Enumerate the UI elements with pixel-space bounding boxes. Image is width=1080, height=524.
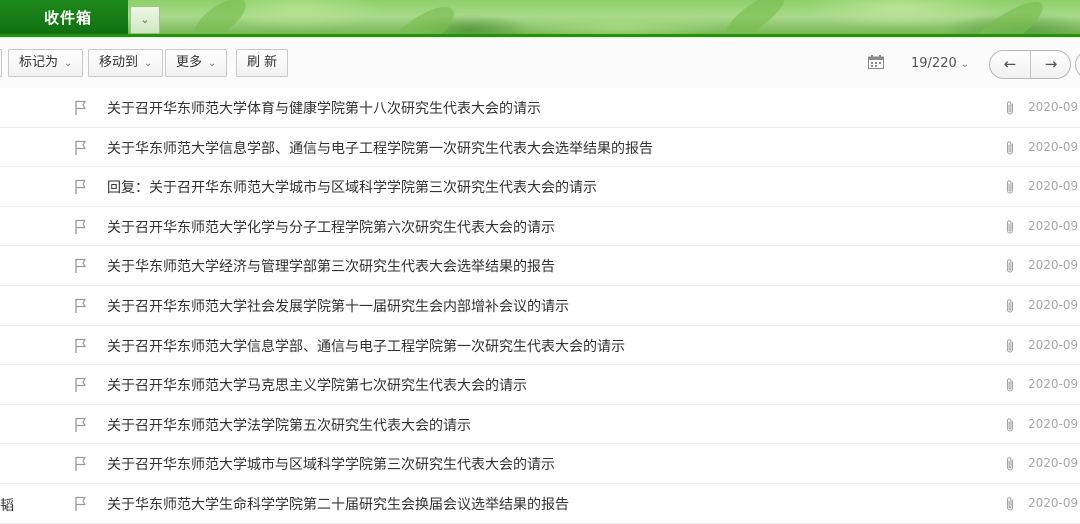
prev-page-button[interactable]: ← xyxy=(990,51,1030,78)
message-row[interactable]: 韬 关于华东师范大学生命科学学院第二十届研究生会换届会议选举结果的报告 2020-0… xyxy=(0,483,1080,524)
page-indicator-text: 19/220 xyxy=(911,56,957,71)
message-subject[interactable]: 回复：关于召开华东师范大学城市与区域科学学院第三次研究生代表大会的请示 xyxy=(107,177,597,197)
flag-icon[interactable] xyxy=(74,140,88,156)
flag-icon[interactable] xyxy=(74,100,88,116)
move-to-label: 移动到 xyxy=(99,55,139,70)
flag-icon[interactable] xyxy=(74,258,88,274)
message-date: 2020-09 xyxy=(1028,297,1079,312)
more-nav-button[interactable] xyxy=(1075,50,1080,79)
attachment-icon xyxy=(1006,418,1014,432)
tab-menu-button[interactable]: ⌄ xyxy=(130,6,160,34)
flag-icon[interactable] xyxy=(74,417,88,433)
flag-icon[interactable] xyxy=(74,219,88,235)
arrow-left-icon: ← xyxy=(1003,55,1017,73)
message-subject[interactable]: 关于召开华东师范大学信息学部、通信与电子工程学院第一次研究生代表大会的请示 xyxy=(107,336,625,356)
flag-icon[interactable] xyxy=(74,338,88,354)
message-date: 2020-09 xyxy=(1028,377,1079,392)
attachment-icon xyxy=(1006,180,1014,194)
more-label: 更多 xyxy=(176,55,203,70)
message-sender: 韬 xyxy=(0,497,14,514)
flag-icon[interactable] xyxy=(74,496,88,512)
flag-icon[interactable] xyxy=(74,456,88,472)
chevron-down-icon: ⌄ xyxy=(140,13,150,26)
message-date: 2020-09 xyxy=(1028,100,1079,114)
message-list: 关于召开华东师范大学体育与健康学院第十八次研究生代表大会的请示 2020-09 关于… xyxy=(0,88,1080,524)
message-row[interactable]: 关于召开华东师范大学城市与区域科学学院第三次研究生代表大会的请示 2020-09 xyxy=(0,444,1080,484)
chevron-down-icon: ⌄ xyxy=(64,58,73,69)
attachment-icon xyxy=(1006,299,1014,313)
attachment-icon xyxy=(1006,457,1014,471)
message-date: 2020-09 xyxy=(1028,179,1079,194)
attachment-icon xyxy=(1006,259,1014,273)
message-row[interactable]: 关于华东师范大学经济与管理学部第三次研究生代表大会选举结果的报告 2020-09 xyxy=(0,246,1080,286)
message-subject[interactable]: 关于召开华东师范大学化学与分子工程学院第六次研究生代表大会的请示 xyxy=(107,217,555,237)
flag-icon[interactable] xyxy=(74,377,88,393)
move-to-button[interactable]: 移动到 ⌄ xyxy=(88,49,164,77)
message-row[interactable]: 关于召开华东师范大学法学院第五次研究生代表大会的请示 2020-09 xyxy=(0,404,1080,445)
message-date: 2020-09 xyxy=(1028,495,1079,510)
next-page-button[interactable]: → xyxy=(1031,51,1071,78)
attachment-icon xyxy=(1006,497,1014,511)
refresh-button[interactable]: 刷 新 xyxy=(236,49,289,77)
flag-icon[interactable] xyxy=(74,179,88,195)
refresh-label: 刷 新 xyxy=(247,55,278,70)
message-row[interactable]: 关于召开华东师范大学信息学部、通信与电子工程学院第一次研究生代表大会的请示 202… xyxy=(0,325,1080,366)
arrow-right-icon: → xyxy=(1044,55,1058,73)
message-subject[interactable]: 关于召开华东师范大学马克思主义学院第七次研究生代表大会的请示 xyxy=(107,375,527,395)
message-subject[interactable]: 关于华东师范大学生命科学学院第二十届研究生会换届会议选举结果的报告 xyxy=(107,494,569,514)
message-date: 2020-09 xyxy=(1028,139,1079,154)
message-date: 2020-09 xyxy=(1028,258,1079,273)
message-date: 2020-09 xyxy=(1028,456,1079,471)
chevron-down-icon: ⌄ xyxy=(144,58,153,69)
chevron-down-icon: ⌄ xyxy=(960,59,970,70)
message-date: 2020-09 xyxy=(1028,218,1079,233)
message-row[interactable]: 关于华东师范大学信息学部、通信与电子工程学院第一次研究生代表大会选举结果的报告 2… xyxy=(0,127,1080,168)
chevron-down-icon: ⌄ xyxy=(208,58,217,69)
leaf-decoration xyxy=(719,0,791,37)
toolbar: 标记为 ⌄ 移动到 ⌄ 更多 ⌄ 刷 新 19/220 ⌄ ← → xyxy=(0,39,1080,89)
leaf-decoration xyxy=(960,0,1050,37)
attachment-icon xyxy=(1006,101,1014,115)
top-banner: 收件箱 ⌄ xyxy=(0,0,1080,37)
message-date: 2020-09 xyxy=(1028,416,1079,431)
select-all-button[interactable] xyxy=(0,49,2,77)
message-row[interactable]: 关于召开华东师范大学体育与健康学院第十八次研究生代表大会的请示 2020-09 xyxy=(0,88,1080,128)
mark-as-button[interactable]: 标记为 ⌄ xyxy=(8,49,84,77)
tab-inbox-label: 收件箱 xyxy=(43,9,92,27)
message-row[interactable]: 回复：关于召开华东师范大学城市与区域科学学院第三次研究生代表大会的请示 2020-… xyxy=(0,167,1080,207)
attachment-icon xyxy=(1006,140,1014,155)
page-indicator[interactable]: 19/220 ⌄ xyxy=(911,56,969,71)
page-nav: ← → xyxy=(989,50,1071,79)
message-row[interactable]: 关于召开华东师范大学马克思主义学院第七次研究生代表大会的请示 2020-09 xyxy=(0,365,1080,405)
message-subject[interactable]: 关于召开华东师范大学体育与健康学院第十八次研究生代表大会的请示 xyxy=(107,98,541,118)
message-row[interactable]: 关于召开华东师范大学社会发展学院第十一届研究生会内部增补会议的请示 2020-09 xyxy=(0,285,1080,326)
more-button[interactable]: 更多 ⌄ xyxy=(165,49,228,77)
message-subject[interactable]: 关于召开华东师范大学法学院第五次研究生代表大会的请示 xyxy=(107,415,471,435)
mark-as-label: 标记为 xyxy=(19,55,59,70)
message-date: 2020-09 xyxy=(1028,337,1079,352)
message-subject[interactable]: 关于华东师范大学信息学部、通信与电子工程学院第一次研究生代表大会选举结果的报告 xyxy=(107,138,653,158)
attachment-icon xyxy=(1006,378,1014,392)
message-row[interactable]: 关于召开华东师范大学化学与分子工程学院第六次研究生代表大会的请示 2020-09 xyxy=(0,206,1080,247)
tab-inbox[interactable]: 收件箱 xyxy=(0,0,128,37)
message-subject[interactable]: 关于召开华东师范大学社会发展学院第十一届研究生会内部增补会议的请示 xyxy=(107,296,569,316)
flag-icon[interactable] xyxy=(74,298,88,314)
message-subject[interactable]: 关于华东师范大学经济与管理学部第三次研究生代表大会选举结果的报告 xyxy=(107,256,555,276)
message-subject[interactable]: 关于召开华东师范大学城市与区域科学学院第三次研究生代表大会的请示 xyxy=(107,454,555,474)
attachment-icon xyxy=(1006,338,1014,353)
leaf-decoration xyxy=(378,0,462,37)
attachment-icon xyxy=(1006,220,1014,234)
leaf-decoration xyxy=(187,0,253,37)
calendar-icon[interactable] xyxy=(868,55,884,69)
